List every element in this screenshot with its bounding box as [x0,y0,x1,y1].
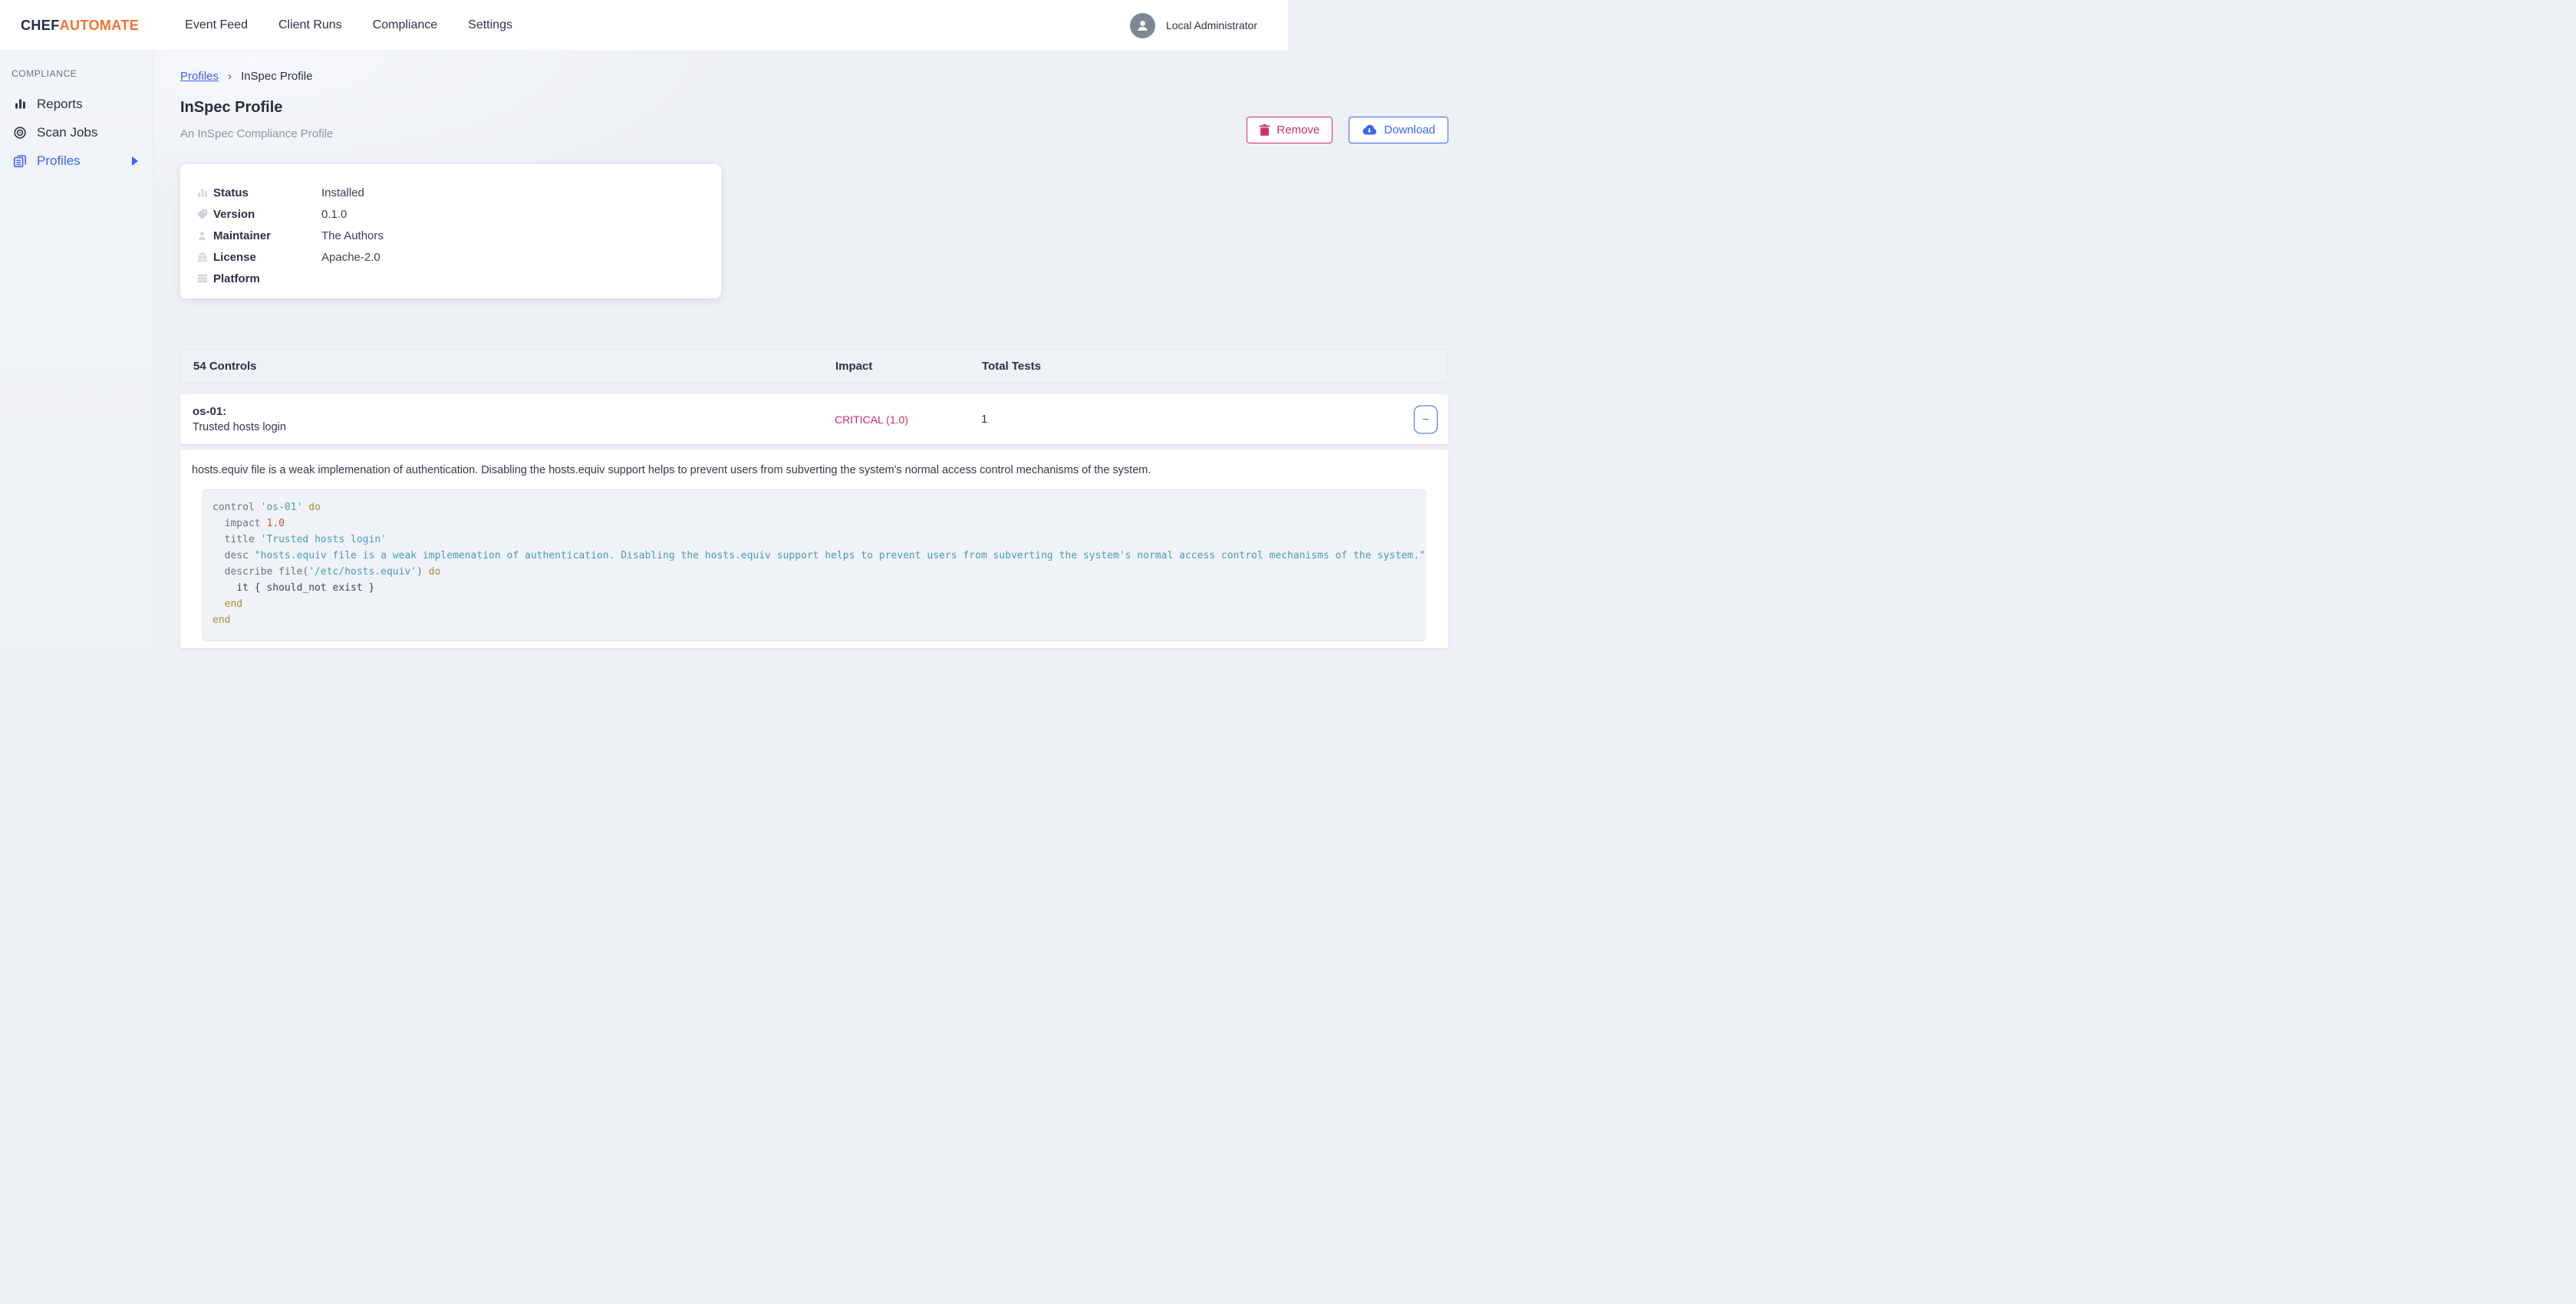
meta-label: Platform [213,272,321,285]
bar-chart-icon [12,97,28,112]
nav-client-runs[interactable]: Client Runs [278,18,342,32]
control-id-cell: os-01: Trusted hosts login [193,405,835,433]
nav-compliance[interactable]: Compliance [373,18,437,32]
code-line: it { should_not exist } [212,580,1425,596]
sidebar-item-label: Reports [37,97,83,112]
top-nav: CHEF AUTOMATE Event Feed Client Runs Com… [0,0,1288,51]
nav-event-feed[interactable]: Event Feed [185,18,248,32]
code-line: end [212,596,1425,612]
sidebar-item-label: Scan Jobs [37,125,97,140]
meta-value: Apache-2.0 [321,251,380,264]
download-button-label: Download [1384,123,1435,137]
control-row-os-01[interactable]: os-01: Trusted hosts login CRITICAL (1.0… [180,394,1448,444]
meta-value: The Authors [321,229,384,242]
meta-label: License [213,251,321,264]
controls-table-header: 54 Controls Impact Total Tests [180,349,1448,384]
sidebar-section-label: COMPLIANCE [0,68,153,79]
profile-actions: Remove Download [1247,117,1448,143]
code-line: describe file('/etc/hosts.equiv') do [212,564,1425,580]
meta-row-license: License Apache-2.0 [196,246,706,268]
control-detail-panel: hosts.equiv file is a weak implemenation… [180,449,1448,648]
column-controls-count: 54 Controls [193,360,835,373]
breadcrumb: Profiles › InSpec Profile [180,70,1448,83]
breadcrumb-profiles-link[interactable]: Profiles [180,70,219,83]
person-icon [1135,18,1150,33]
code-line: end [212,612,1425,628]
profile-meta-card: Status Installed Version 0.1.0 Mai [180,164,721,298]
control-description: hosts.equiv file is a weak implemenation… [192,463,1437,478]
code-line: title 'Trusted hosts login' [212,532,1425,548]
user-name: Local Administrator [1166,19,1257,31]
download-button[interactable]: Download [1349,117,1448,143]
control-title: Trusted hosts login [193,421,835,433]
sidebar-item-profiles[interactable]: Profiles [0,147,153,175]
column-total-tests: Total Tests [982,360,1448,373]
sidebar-item-reports[interactable]: Reports [0,90,153,118]
bar-chart-icon [196,186,209,199]
logo-automate: AUTOMATE [60,18,140,34]
sidebar-item-scan-jobs[interactable]: Scan Jobs [0,118,153,147]
remove-button-label: Remove [1276,123,1319,137]
meta-label: Maintainer [213,229,321,242]
radar-icon [12,125,28,140]
collapse-control-button[interactable]: − [1414,405,1438,433]
meta-value: Installed [321,186,364,199]
column-impact: Impact [835,360,982,373]
meta-row-status: Status Installed [196,182,706,203]
person-icon [196,229,209,242]
page-title: InSpec Profile [180,99,1448,117]
chef-automate-logo[interactable]: CHEF AUTOMATE [21,18,139,34]
code-block: control 'os-01' do impact 1.0 title 'Tru… [203,489,1426,641]
control-id: os-01: [193,405,835,418]
tag-icon [196,208,209,221]
control-total-tests: 1 [981,413,1448,426]
cloud-download-icon [1362,124,1377,136]
minus-icon: − [1422,413,1429,426]
sidebar-item-label: Profiles [37,153,81,169]
meta-value: 0.1.0 [321,208,347,221]
code-line: impact 1.0 [212,515,1425,532]
logo-chef: CHEF [21,18,60,34]
meta-label: Version [213,208,321,221]
main-content: Profiles › InSpec Profile InSpec Profile… [153,51,1474,652]
remove-button[interactable]: Remove [1247,117,1332,143]
trash-icon [1260,124,1270,136]
bank-icon [196,251,209,264]
meta-row-version: Version 0.1.0 [196,203,706,225]
compliance-sidebar: COMPLIANCE Reports Scan Jobs [0,51,153,652]
user-menu[interactable]: Local Administrator [1130,13,1257,38]
code-line: control 'os-01' do [212,499,1425,515]
control-impact: CRITICAL (1.0) [835,413,981,426]
profiles-documents-icon [12,153,28,169]
nav-settings[interactable]: Settings [468,18,512,32]
server-stack-icon [196,272,209,285]
meta-row-maintainer: Maintainer The Authors [196,225,706,246]
breadcrumb-current: InSpec Profile [241,70,312,83]
chevron-right-icon[interactable] [131,156,139,166]
primary-nav: Event Feed Client Runs Compliance Settin… [185,18,512,32]
meta-row-platform: Platform [196,268,706,289]
code-line: desc "hosts.equiv file is a weak impleme… [212,548,1425,564]
breadcrumb-separator: › [228,70,232,83]
user-avatar[interactable] [1130,13,1155,38]
meta-label: Status [213,186,321,199]
